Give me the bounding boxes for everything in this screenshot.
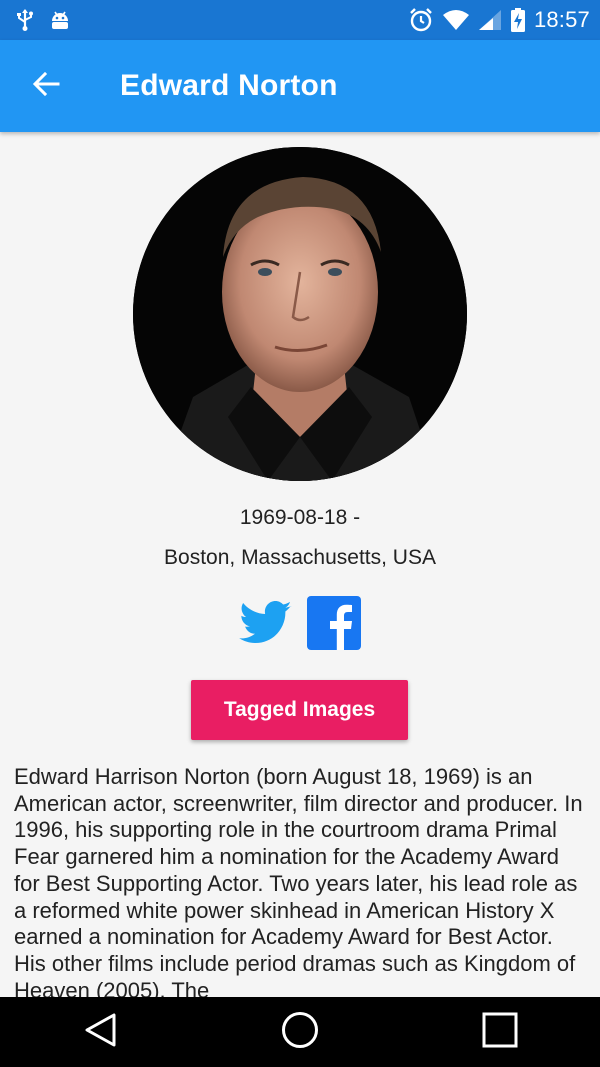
- page-title: Edward Norton: [120, 69, 338, 102]
- wifi-icon: [442, 9, 470, 31]
- status-bar: 18:57: [0, 0, 600, 40]
- social-links: [0, 595, 600, 655]
- back-triangle-icon: [83, 1012, 117, 1053]
- biography-text: Edward Harrison Norton (born August 18, …: [14, 764, 583, 997]
- facebook-button[interactable]: [307, 595, 361, 655]
- signal-icon: [478, 9, 502, 31]
- nav-recents-button[interactable]: [460, 1002, 540, 1062]
- tagged-images-button[interactable]: Tagged Images: [191, 680, 408, 740]
- status-time: 18:57: [533, 7, 590, 32]
- navigation-bar: [0, 997, 600, 1067]
- android-debug-icon: [48, 9, 72, 31]
- profile-content[interactable]: 1969-08-18 - Boston, Massachusetts, USA: [0, 132, 600, 997]
- birth-place: Boston, Massachusetts, USA: [164, 546, 436, 569]
- twitter-icon: [239, 600, 293, 650]
- twitter-button[interactable]: [239, 598, 293, 652]
- profile-photo: [133, 147, 467, 481]
- arrow-back-icon: [31, 69, 61, 104]
- battery-charging-icon: [510, 8, 526, 32]
- recents-square-icon: [482, 1012, 518, 1053]
- nav-home-button[interactable]: [260, 1002, 340, 1062]
- screen: 18:57 Edward Norton 1969-08-18 - Boston,…: [0, 0, 600, 1067]
- facebook-icon: [307, 595, 361, 655]
- usb-icon: [14, 8, 36, 32]
- birth-date: 1969-08-18 -: [239, 506, 361, 529]
- home-circle-icon: [281, 1011, 319, 1054]
- status-right: 18:57: [408, 7, 590, 33]
- nav-back-button[interactable]: [60, 1002, 140, 1062]
- alarm-icon: [408, 7, 434, 33]
- status-left: [14, 8, 72, 32]
- app-bar: Edward Norton: [0, 40, 600, 132]
- back-button[interactable]: [18, 58, 74, 114]
